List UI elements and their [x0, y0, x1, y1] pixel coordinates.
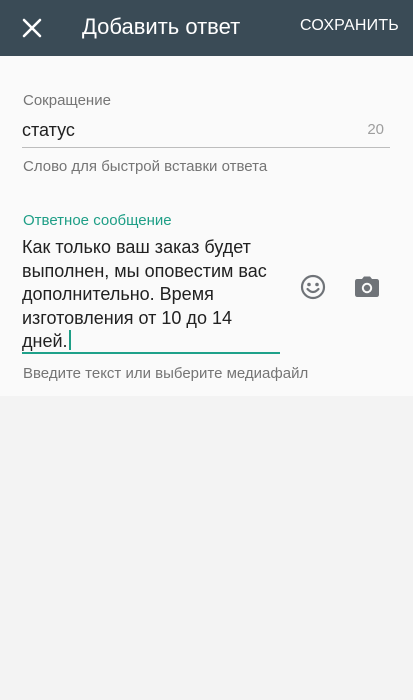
close-button[interactable]: [12, 8, 52, 48]
camera-icon: [355, 276, 379, 297]
reply-message-text: Как только ваш заказ будет выполнен, мы …: [22, 236, 284, 354]
shortcut-helper-text: Слово для быстрой вставки ответа: [23, 158, 268, 175]
emoji-icon: [300, 274, 326, 300]
char-counter: 20: [367, 121, 384, 138]
app-bar: Добавить ответ СОХРАНИТЬ: [0, 0, 413, 56]
reply-line-last: дней.: [22, 330, 284, 354]
reply-line: выполнен, мы оповестим вас: [22, 260, 267, 281]
close-icon: [22, 18, 42, 38]
text-cursor: [68, 330, 71, 350]
save-button[interactable]: СОХРАНИТЬ: [300, 15, 399, 37]
emoji-button[interactable]: [295, 269, 331, 305]
camera-button[interactable]: [349, 269, 385, 305]
reply-helper-text: Введите текст или выберите медиафайл: [23, 365, 309, 382]
shortcut-label: Сокращение: [23, 92, 111, 109]
shortcut-input[interactable]: статус 20: [22, 117, 390, 148]
reply-line: Как только ваш заказ будет: [22, 237, 251, 257]
reply-line: дней.: [22, 331, 68, 351]
page-title: Добавить ответ: [82, 14, 241, 39]
reply-label: Ответное сообщение: [23, 212, 172, 229]
shortcut-value: статус: [22, 120, 75, 140]
reply-line: дополнительно. Время: [22, 284, 214, 304]
reply-line: изготовления от 10 до 14: [22, 307, 232, 328]
reply-message-input[interactable]: Как только ваш заказ будет выполнен, мы …: [22, 236, 280, 354]
